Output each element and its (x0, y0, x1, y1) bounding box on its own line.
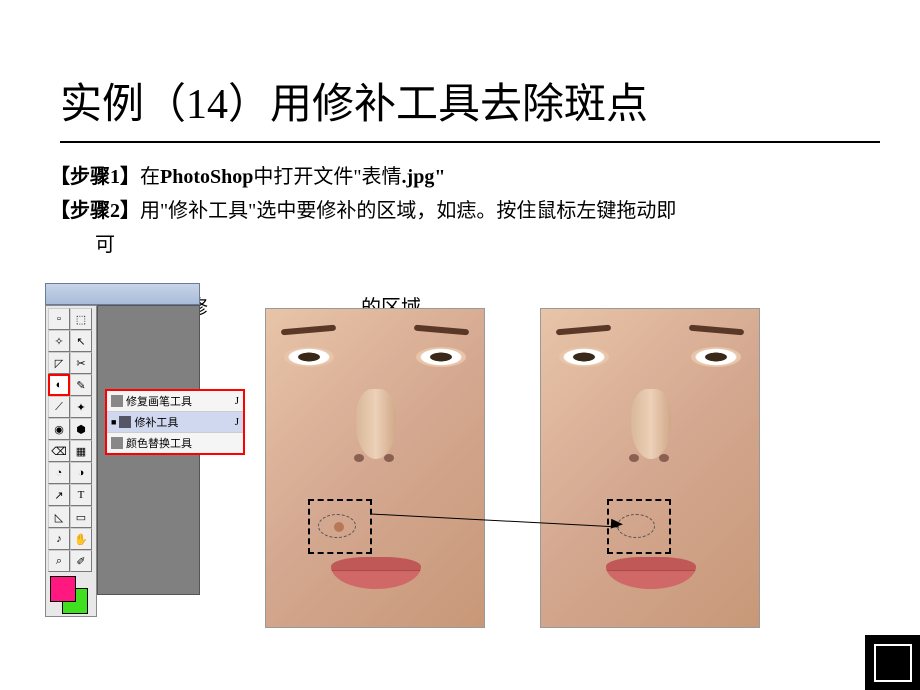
ps-window: ▫ ⬚ ✧ ↖ ◸ ✂ ◐ ✎ ⟋ ✦ ◉ ⬢ ⌫ ▦ ◔ ◑ ↗ (45, 305, 200, 617)
color-swatches[interactable] (48, 574, 94, 614)
healing-brush-icon (111, 395, 123, 407)
eye-left-2 (559, 347, 609, 367)
flyout-color-replace[interactable]: 颜色替换工具 (107, 433, 243, 453)
step-2: 【步骤2】用"修补工具"选中要修补的区域，如痣。按住鼠标左键拖动即 (50, 195, 870, 227)
eyebrow-right (414, 325, 469, 336)
nose (356, 389, 396, 459)
ps-tool-palette: ▫ ⬚ ✧ ↖ ◸ ✂ ◐ ✎ ⟋ ✦ ◉ ⬢ ⌫ ▦ ◔ ◑ ↗ (45, 305, 97, 617)
tool-eraser[interactable]: ◉ (48, 418, 70, 440)
face-image-before (265, 308, 485, 628)
tool-notes[interactable]: ▭ (70, 506, 92, 528)
selection-rectangle-source (308, 499, 372, 554)
tool-hand[interactable]: ✋ (70, 528, 92, 550)
step-2-continued: 可 (50, 229, 870, 261)
tool-type[interactable]: T (70, 484, 92, 506)
tool-path[interactable]: ◔ (48, 462, 70, 484)
tool-text[interactable]: ◑ (70, 462, 92, 484)
foreground-color[interactable] (50, 576, 76, 602)
title-underline (60, 141, 880, 143)
tool-lasso[interactable]: ✧ (48, 330, 70, 352)
step-1: 【步骤1】在PhotoShop中打开文件"表情.jpg" (50, 161, 870, 193)
ps-window-header (45, 283, 200, 305)
eyebrow-left-2 (556, 325, 611, 336)
tool-crop[interactable]: ◸ (48, 352, 70, 374)
tool-slice[interactable]: ✂ (70, 352, 92, 374)
patch-tool-icon (119, 416, 131, 428)
slide: 实例（14）用修补工具去除斑点 【步骤1】在PhotoShop中打开文件"表情.… (0, 0, 920, 690)
step2-label: 【步骤2】 (50, 200, 140, 222)
step1-label: 【步骤1】 (50, 166, 140, 188)
content-area: 【步骤1】在PhotoShop中打开文件"表情.jpg" 【步骤2】用"修补工具… (50, 161, 870, 261)
flyout-patch-tool[interactable]: ■ 修补工具 J (107, 411, 243, 433)
tool-patch-highlighted[interactable]: ◐ (48, 374, 70, 396)
arrow-head-icon (611, 519, 624, 530)
tool-pen[interactable]: ↗ (48, 484, 70, 506)
tool-brush[interactable]: ✎ (70, 374, 92, 396)
face-image-after (540, 308, 760, 628)
tool-history[interactable]: ✦ (70, 396, 92, 418)
tool-other[interactable]: ✐ (70, 550, 92, 572)
lips-2 (606, 557, 696, 589)
nostril-l (354, 454, 364, 462)
nose-2 (631, 389, 671, 459)
tool-shape[interactable]: ◺ (48, 506, 70, 528)
tool-wand[interactable]: ↖ (70, 330, 92, 352)
nostril-l2 (629, 454, 639, 462)
eye-right-2 (691, 347, 741, 367)
images-area: ▫ ⬚ ✧ ↖ ◸ ✂ ◐ ✎ ⟋ ✦ ◉ ⬢ ⌫ ▦ ◔ ◑ ↗ (45, 283, 870, 683)
tool-blur[interactable]: ⌫ (48, 440, 70, 462)
color-replace-icon (111, 437, 123, 449)
tool-dodge[interactable]: ▦ (70, 440, 92, 462)
corner-decoration (865, 635, 920, 690)
eye-left (284, 347, 334, 367)
nostril-r (384, 454, 394, 462)
eyebrow-right-2 (689, 325, 744, 336)
tool-flyout-menu: 修复画笔工具 J ■ 修补工具 J 颜色替换工具 (105, 389, 245, 455)
eye-right (416, 347, 466, 367)
tool-clone[interactable]: ⟋ (48, 396, 70, 418)
nostril-r2 (659, 454, 669, 462)
tool-marquee[interactable]: ▫ (48, 308, 70, 330)
slide-title: 实例（14）用修补工具去除斑点 (50, 70, 870, 131)
tool-eyedrop[interactable]: ♪ (48, 528, 70, 550)
tool-move[interactable]: ⬚ (70, 308, 92, 330)
flyout-healing-brush[interactable]: 修复画笔工具 J (107, 391, 243, 411)
photoshop-toolbar: ▫ ⬚ ✧ ↖ ◸ ✂ ◐ ✎ ⟋ ✦ ◉ ⬢ ⌫ ▦ ◔ ◑ ↗ (45, 283, 205, 623)
eyebrow-left (281, 325, 336, 336)
lips (331, 557, 421, 589)
tool-zoom[interactable]: ⌕ (48, 550, 70, 572)
tool-gradient[interactable]: ⬢ (70, 418, 92, 440)
